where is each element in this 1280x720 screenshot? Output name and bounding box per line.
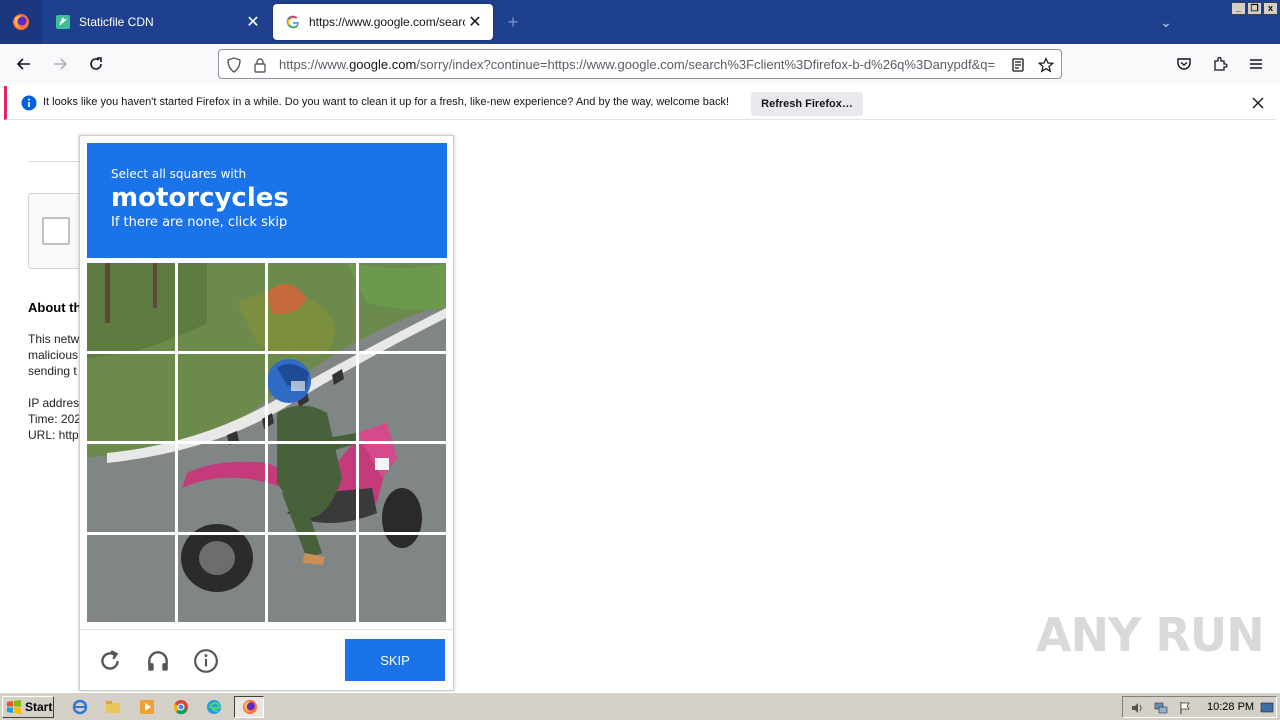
action-center-flag-icon[interactable] — [1177, 700, 1193, 716]
reload-icon[interactable] — [96, 647, 124, 675]
start-button[interactable]: Start — [2, 696, 54, 718]
url-path: /sorry/index?continue=https://www.google… — [416, 57, 996, 72]
about-text-line: sending t — [28, 364, 77, 378]
about-heading: About th — [28, 300, 82, 315]
lock-icon[interactable] — [251, 56, 269, 74]
time-line: Time: 202 — [28, 412, 81, 426]
url-host: google.com — [349, 57, 417, 72]
captcha-tile[interactable] — [178, 354, 266, 442]
firefox-icon — [13, 14, 29, 30]
list-all-tabs-chevron-icon[interactable]: ⌄ — [1156, 12, 1176, 32]
taskbar-firefox-button[interactable] — [234, 696, 264, 718]
captcha-tile[interactable] — [268, 263, 356, 351]
ip-address-line: IP addres — [28, 396, 80, 410]
info-icon — [21, 95, 37, 111]
tab-google-search[interactable]: https://www.google.com/search?c ✕ — [273, 4, 493, 40]
pocket-button[interactable] — [1172, 52, 1196, 76]
system-tray: 10:28 PM — [1122, 696, 1277, 718]
tab-strip: Staticfile CDN ✕ https://www.google.com/… — [0, 0, 1280, 44]
clock: 10:28 PM — [1207, 701, 1255, 713]
back-arrow-icon — [16, 58, 30, 70]
puzzle-piece-icon — [1214, 56, 1228, 71]
tracking-shield-icon[interactable] — [225, 56, 243, 74]
captcha-tile[interactable] — [359, 263, 447, 351]
forward-arrow-icon — [54, 58, 68, 70]
hamburger-menu-icon — [1250, 59, 1262, 69]
minimize-button[interactable]: _ — [1231, 2, 1246, 15]
ie-icon[interactable] — [71, 698, 89, 716]
window-controls: _ ❐ x — [1231, 2, 1278, 15]
captcha-tile[interactable] — [87, 535, 175, 623]
close-window-button[interactable]: x — [1263, 2, 1278, 15]
bookmark-star-icon[interactable] — [1037, 56, 1055, 74]
restore-button[interactable]: ❐ — [1247, 2, 1262, 15]
reload-button[interactable] — [84, 52, 108, 76]
firefox-view-button[interactable] — [0, 0, 42, 44]
captcha-tile[interactable] — [359, 535, 447, 623]
refresh-firefox-button[interactable]: Refresh Firefox… — [751, 92, 863, 116]
back-button[interactable] — [12, 52, 36, 76]
about-text-line: malicious — [28, 348, 79, 362]
challenge-target-object: motorcycles — [111, 183, 289, 213]
challenge-footer: SKIP — [80, 629, 453, 690]
refresh-firefox-notification: It looks like you haven't started Firefo… — [4, 86, 1276, 120]
recaptcha-checkbox[interactable] — [42, 217, 70, 245]
tab-close-icon[interactable]: ✕ — [243, 12, 263, 32]
anyrun-watermark: ANY RUN — [1036, 608, 1265, 662]
url-prefix: https://www. — [279, 57, 350, 72]
captcha-tile[interactable] — [268, 354, 356, 442]
explorer-icon[interactable] — [104, 698, 122, 716]
forward-button[interactable] — [48, 52, 72, 76]
captcha-tile[interactable] — [87, 354, 175, 442]
captcha-tile[interactable] — [268, 444, 356, 532]
start-label: Start — [25, 700, 53, 714]
url-line: URL: http — [28, 428, 79, 442]
staticfile-icon — [55, 14, 71, 30]
edge-icon[interactable] — [205, 698, 223, 716]
about-text-line: This netw — [28, 332, 80, 346]
tab-title: https://www.google.com/search?c — [309, 15, 465, 29]
captcha-tile[interactable] — [268, 535, 356, 623]
firefox-icon — [241, 698, 259, 716]
captcha-tile[interactable] — [359, 444, 447, 532]
challenge-hint: If there are none, click skip — [111, 215, 288, 230]
pocket-icon — [1177, 58, 1191, 70]
captcha-tile[interactable] — [178, 535, 266, 623]
captcha-tile[interactable] — [178, 444, 266, 532]
url-bar[interactable]: https://www.google.com/sorry/index?conti… — [218, 49, 1062, 79]
captcha-tile[interactable] — [178, 263, 266, 351]
tab-title: Staticfile CDN — [79, 15, 154, 29]
url-text[interactable]: https://www.google.com/sorry/index?conti… — [279, 57, 1003, 72]
recaptcha-challenge-dialog: Select all squares with motorcycles If t… — [79, 135, 454, 691]
challenge-instruction: Select all squares with — [111, 167, 247, 181]
new-tab-button[interactable]: + — [503, 12, 523, 32]
reload-icon — [90, 57, 102, 70]
windows-logo-icon — [7, 700, 21, 714]
challenge-header: Select all squares with motorcycles If t… — [87, 143, 447, 258]
captcha-tile[interactable] — [87, 263, 175, 351]
show-desktop-icon[interactable] — [1259, 700, 1275, 716]
volume-icon[interactable] — [1129, 700, 1145, 716]
reader-view-icon[interactable] — [1009, 56, 1027, 74]
skip-button[interactable]: SKIP — [345, 639, 445, 681]
info-icon[interactable] — [192, 647, 220, 675]
challenge-image-grid — [87, 263, 446, 622]
close-icon[interactable] — [1249, 94, 1267, 112]
network-icon[interactable] — [1153, 700, 1169, 716]
app-menu-button[interactable] — [1244, 52, 1268, 76]
chrome-icon[interactable] — [172, 698, 190, 716]
media-player-icon[interactable] — [138, 698, 156, 716]
notification-message: It looks like you haven't started Firefo… — [43, 96, 730, 108]
headphones-icon[interactable] — [144, 647, 172, 675]
windows-taskbar: Start 10:28 PM — [0, 692, 1280, 720]
navigation-toolbar: https://www.google.com/sorry/index?conti… — [0, 44, 1280, 84]
extensions-button[interactable] — [1208, 52, 1232, 76]
captcha-tile[interactable] — [87, 444, 175, 532]
tab-staticfile[interactable]: Staticfile CDN ✕ — [43, 0, 271, 44]
tab-close-icon[interactable]: ✕ — [465, 12, 485, 32]
google-icon — [285, 14, 301, 30]
captcha-tile[interactable] — [359, 354, 447, 442]
